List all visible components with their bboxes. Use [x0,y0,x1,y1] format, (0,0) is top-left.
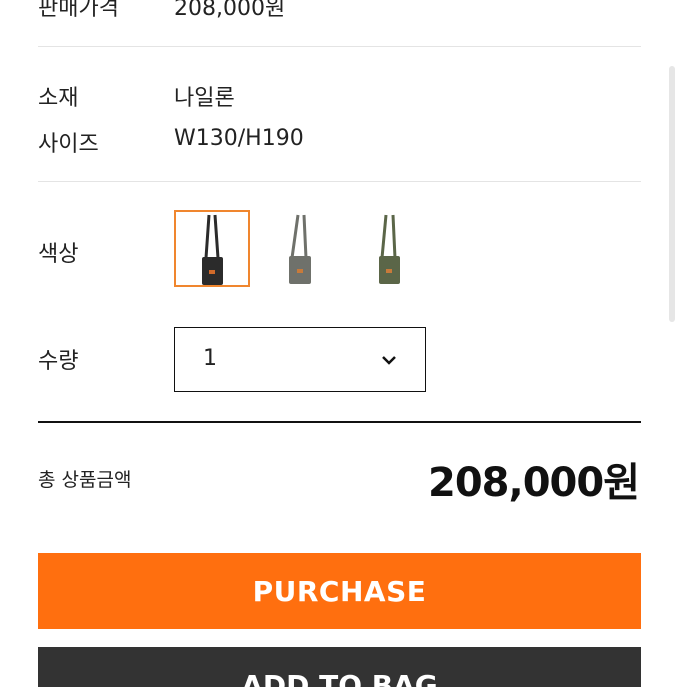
divider [38,181,641,182]
add-to-bag-button[interactable]: ADD TO BAG [38,647,641,687]
color-label: 색상 [38,242,79,267]
material-label: 소재 [38,86,79,111]
bag-thumbnail-gray [289,214,311,284]
total-label: 총 상품금액 [38,469,132,491]
total-value: 208,000원 [428,460,640,506]
size-value: W130/H190 [174,126,304,151]
price-label: 판매가격 [38,0,119,21]
purchase-button[interactable]: PURCHASE [38,553,641,629]
divider [38,46,641,47]
color-swatch-black[interactable] [174,210,250,287]
bag-thumbnail-black [202,214,223,285]
quantity-select[interactable]: 1 [174,327,426,392]
chevron-down-icon [381,351,397,370]
price-value: 208,000원 [174,0,286,21]
quantity-label: 수량 [38,349,79,374]
scrollbar[interactable] [669,66,675,322]
quantity-value: 1 [203,346,217,371]
size-label: 사이즈 [38,132,99,157]
divider [38,421,641,423]
bag-thumbnail-khaki [379,214,400,284]
color-swatch-gray[interactable] [262,210,338,287]
material-value: 나일론 [174,86,235,111]
color-swatch-khaki[interactable] [350,210,426,287]
